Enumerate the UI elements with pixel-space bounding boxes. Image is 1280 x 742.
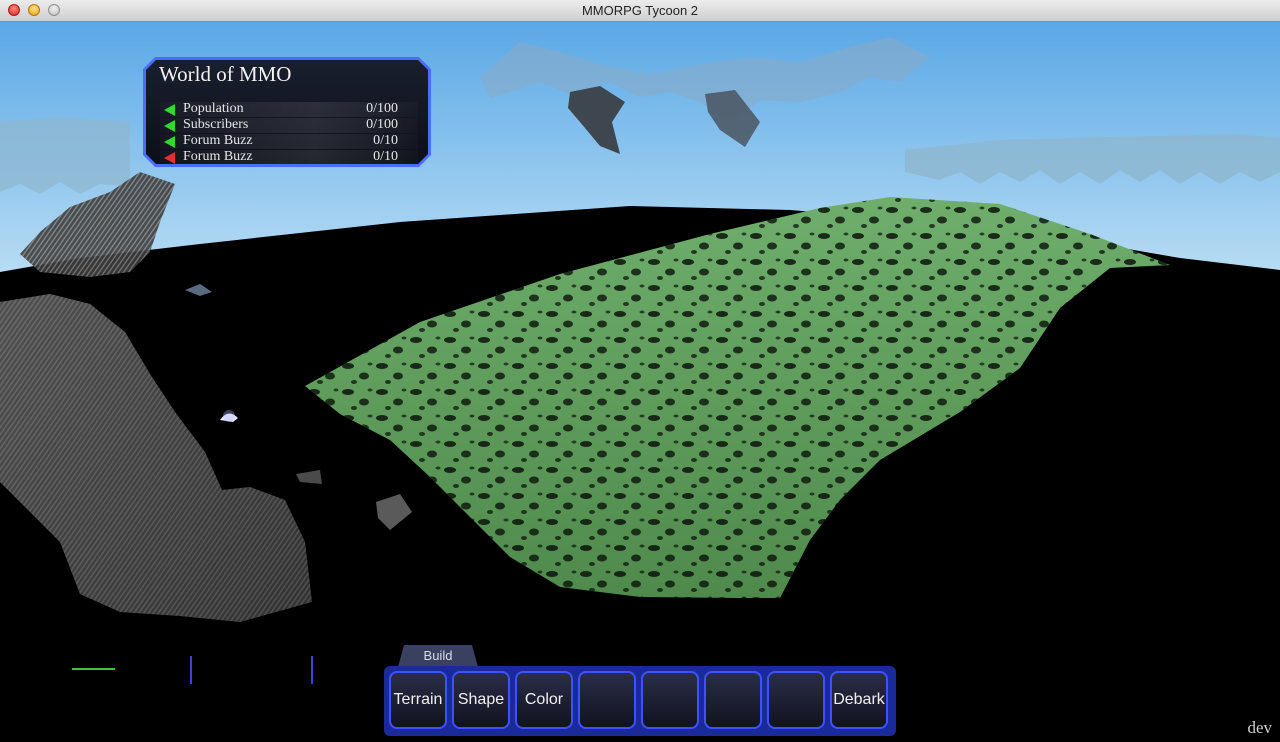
empty-slot[interactable]	[641, 671, 699, 729]
color-button[interactable]: Color	[515, 671, 573, 729]
shape-button[interactable]: Shape	[452, 671, 510, 729]
stat-label: Population	[183, 101, 244, 116]
stat-value: 0/100	[366, 117, 398, 132]
empty-slot[interactable]	[704, 671, 762, 729]
build-tab-label: Build	[423, 648, 453, 663]
trend-up-icon	[164, 104, 175, 116]
build-tag: dev	[1247, 718, 1272, 737]
stat-value: 0/10	[373, 133, 398, 148]
trend-up-icon	[164, 136, 175, 148]
blue-meter-tick	[190, 656, 192, 684]
stat-label: Forum Buzz	[183, 149, 253, 164]
stat-label: Subscribers	[183, 117, 249, 132]
blue-meter-tick	[311, 656, 313, 684]
stat-row-population: Population 0/100	[160, 101, 418, 117]
stats-panel: World of MMO Population 0/100 Subscriber…	[143, 57, 431, 167]
stat-row-subscribers: Subscribers 0/100	[160, 117, 418, 133]
trend-up-icon	[164, 120, 175, 132]
empty-slot[interactable]	[578, 671, 636, 729]
stat-label: Forum Buzz	[183, 133, 253, 148]
distant-island	[0, 117, 130, 194]
empty-slot[interactable]	[767, 671, 825, 729]
trend-down-icon	[164, 152, 175, 164]
terrain-button[interactable]: Terrain	[389, 671, 447, 729]
build-tab[interactable]: Build	[398, 645, 478, 667]
build-toolbar: Terrain Shape Color Debark	[384, 666, 896, 736]
debark-button[interactable]: Debark	[830, 671, 888, 729]
stat-value: 0/10	[373, 149, 398, 164]
stat-row-forum-buzz: Forum Buzz 0/10	[160, 133, 418, 149]
stat-value: 0/100	[366, 101, 398, 116]
green-meter-line	[72, 668, 115, 670]
stat-row-forum-buzz: Forum Buzz 0/10	[160, 149, 418, 164]
world-name: World of MMO	[159, 62, 292, 86]
window-titlebar: MMORPG Tycoon 2	[0, 0, 1280, 22]
window-title: MMORPG Tycoon 2	[581, 3, 699, 18]
stats-panel-body: World of MMO Population 0/100 Subscriber…	[146, 60, 428, 164]
